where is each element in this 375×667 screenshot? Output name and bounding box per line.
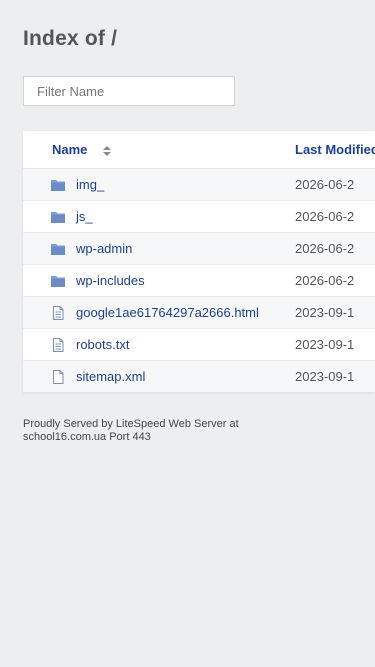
name-column-header[interactable]: Name bbox=[23, 131, 294, 169]
file-link[interactable]: js_ bbox=[76, 210, 93, 225]
table-row[interactable]: wp-admin 2026-06-2 bbox=[23, 232, 375, 265]
file-icon bbox=[53, 370, 64, 385]
text-file-icon bbox=[53, 306, 64, 321]
file-link[interactable]: robots.txt bbox=[76, 338, 129, 353]
file-link[interactable]: wp-admin bbox=[76, 242, 132, 257]
footer-line-1: Proudly Served by LiteSpeed Web Server a… bbox=[23, 418, 239, 430]
name-cell: robots.txt bbox=[23, 328, 294, 361]
page: Index of / Name Last Modified bbox=[0, 0, 375, 667]
last-modified-cell: 2026-06-2 bbox=[294, 264, 375, 297]
text-file-icon bbox=[53, 338, 64, 353]
last-modified-cell: 2026-06-2 bbox=[294, 168, 375, 201]
name-cell: wp-includes bbox=[23, 264, 294, 297]
page-title: Index of / bbox=[23, 27, 118, 50]
footer-line-2: school16.com.ua Port 443 bbox=[23, 431, 151, 443]
file-link[interactable]: sitemap.xml bbox=[76, 370, 145, 385]
table-row[interactable]: wp-includes 2026-06-2 bbox=[23, 264, 375, 297]
last-modified-column-header[interactable]: Last Modified bbox=[294, 131, 375, 169]
name-cell: sitemap.xml bbox=[23, 360, 294, 392]
last-modified-cell: 2026-06-2 bbox=[294, 200, 375, 233]
last-modified-header-label[interactable]: Last Modified bbox=[295, 142, 375, 157]
folder-icon bbox=[51, 212, 65, 224]
table-row[interactable]: sitemap.xml 2023-09-1 bbox=[23, 360, 375, 392]
sort-icon[interactable] bbox=[103, 145, 112, 156]
last-modified-cell: 2026-06-2 bbox=[294, 232, 375, 265]
last-modified-cell: 2023-09-1 bbox=[294, 328, 375, 361]
table-row[interactable]: google1ae61764297a2666.html 2023-09-1 bbox=[23, 296, 375, 329]
last-modified-cell: 2023-09-1 bbox=[294, 296, 375, 329]
name-cell: wp-admin bbox=[23, 232, 294, 265]
file-table-container: Name Last Modified img_ 2026-06-2 js_ 2026-… bbox=[23, 131, 375, 392]
name-cell: img_ bbox=[23, 168, 294, 201]
folder-icon bbox=[51, 180, 65, 192]
folder-icon bbox=[51, 276, 65, 288]
file-link[interactable]: wp-includes bbox=[76, 274, 145, 289]
table-header-row: Name Last Modified bbox=[23, 131, 375, 169]
file-link[interactable]: google1ae61764297a2666.html bbox=[76, 306, 259, 321]
name-header-label[interactable]: Name bbox=[52, 142, 87, 157]
table-row[interactable]: js_ 2026-06-2 bbox=[23, 200, 375, 233]
table-row[interactable]: img_ 2026-06-2 bbox=[23, 168, 375, 201]
server-footer: Proudly Served by LiteSpeed Web Server a… bbox=[23, 418, 323, 444]
name-cell: js_ bbox=[23, 200, 294, 233]
filter-name-input[interactable] bbox=[23, 76, 235, 106]
name-cell: google1ae61764297a2666.html bbox=[23, 296, 294, 329]
table-row[interactable]: robots.txt 2023-09-1 bbox=[23, 328, 375, 361]
file-table: Name Last Modified img_ 2026-06-2 js_ 2026-… bbox=[23, 131, 375, 392]
file-link[interactable]: img_ bbox=[76, 178, 104, 193]
last-modified-cell: 2023-09-1 bbox=[294, 360, 375, 392]
folder-icon bbox=[51, 244, 65, 256]
